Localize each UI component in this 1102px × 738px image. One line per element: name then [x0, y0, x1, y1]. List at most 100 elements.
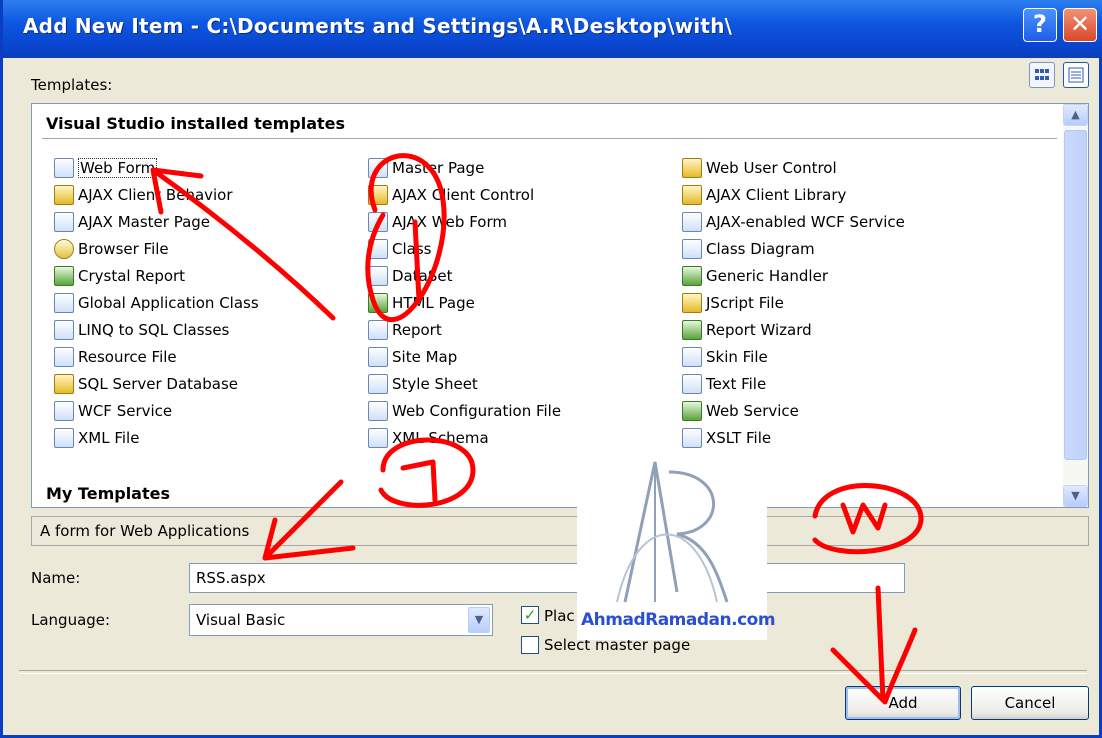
template-item-sql-server-database[interactable]: SQL Server Database [54, 372, 238, 396]
cancel-button[interactable]: Cancel [971, 686, 1089, 720]
language-value: Visual Basic [196, 611, 286, 629]
template-label: Class Diagram [706, 240, 815, 258]
chevron-up-icon: ▲ [1071, 108, 1080, 121]
html-page-icon [368, 293, 388, 313]
template-label: AJAX Client Behavior [78, 186, 233, 204]
template-item-class-diagram[interactable]: Class Diagram [682, 237, 815, 261]
large-icons-view-button[interactable] [1029, 62, 1055, 88]
template-item-ajax-enabled-wcf-service[interactable]: AJAX-enabled WCF Service [682, 210, 905, 234]
template-item-crystal-report[interactable]: Crystal Report [54, 264, 185, 288]
resource-file-icon [54, 347, 74, 367]
template-label: Browser File [78, 240, 169, 258]
template-item-xslt-file[interactable]: XSLT File [682, 426, 771, 450]
template-label: Crystal Report [78, 267, 186, 285]
template-item-ajax-client-library[interactable]: AJAX Client Library [682, 183, 846, 207]
class-diagram-icon [682, 239, 702, 259]
add-button[interactable]: Add [845, 686, 961, 720]
close-icon: ✕ [1069, 10, 1091, 38]
template-item-linq-to-sql-classes[interactable]: LINQ to SQL Classes [54, 318, 229, 342]
template-item-global-application-class[interactable]: Global Application Class [54, 291, 259, 315]
template-label: XML Schema [392, 429, 489, 447]
template-label: AJAX Master Page [78, 213, 211, 231]
help-button[interactable]: ? [1023, 8, 1057, 42]
footer-divider [19, 670, 1087, 674]
group-divider [42, 138, 1057, 139]
ajax-client-library-icon [682, 185, 702, 205]
report-wizard-icon [682, 320, 702, 340]
template-label: Global Application Class [78, 294, 259, 312]
template-item-class[interactable]: Class [368, 237, 431, 261]
template-item-ajax-web-form[interactable]: AJAX Web Form [368, 210, 507, 234]
template-item-web-form[interactable]: Web Form [54, 156, 158, 180]
template-label: AJAX Client Control [392, 186, 535, 204]
sql-server-database-icon [54, 374, 74, 394]
xml-file-icon [54, 428, 74, 448]
xml-schema-icon [368, 428, 388, 448]
template-item-xml-file[interactable]: XML File [54, 426, 139, 450]
web-configuration-file-icon [368, 401, 388, 421]
help-icon: ? [1033, 10, 1047, 38]
template-item-site-map[interactable]: Site Map [368, 345, 457, 369]
template-label: LINQ to SQL Classes [78, 321, 230, 339]
chevron-down-icon: ▼ [474, 613, 484, 626]
template-item-master-page[interactable]: Master Page [368, 156, 484, 180]
template-item-wcf-service[interactable]: WCF Service [54, 399, 172, 423]
annotation-arrow-to-add [830, 585, 918, 705]
ajax-client-control-icon [368, 185, 388, 205]
scroll-down-button[interactable]: ▼ [1063, 485, 1088, 507]
template-item-report-wizard[interactable]: Report Wizard [682, 318, 812, 342]
template-item-web-service[interactable]: Web Service [682, 399, 799, 423]
template-label: Report Wizard [706, 321, 812, 339]
template-item-generic-handler[interactable]: Generic Handler [682, 264, 828, 288]
select-master-page-checkbox[interactable] [521, 636, 539, 654]
template-label: Web User Control [706, 159, 837, 177]
template-label: SQL Server Database [78, 375, 238, 393]
language-dropdown-button[interactable]: ▼ [468, 607, 490, 633]
web-user-control-icon [682, 158, 702, 178]
template-item-dataset[interactable]: DataSet [368, 264, 452, 288]
template-item-web-configuration-file[interactable]: Web Configuration File [368, 399, 561, 423]
template-item-ajax-master-page[interactable]: AJAX Master Page [54, 210, 210, 234]
template-label: Resource File [78, 348, 177, 366]
place-code-checkbox[interactable]: ✓ [521, 606, 539, 624]
template-label: HTML Page [392, 294, 475, 312]
templates-list[interactable]: Visual Studio installed templates Web Fo… [31, 103, 1089, 508]
xslt-file-icon [682, 428, 702, 448]
name-field[interactable]: RSS.aspx [189, 563, 905, 593]
title-bar[interactable]: Add New Item - C:\Documents and Settings… [3, 0, 1102, 58]
scroll-up-button[interactable]: ▲ [1063, 104, 1088, 126]
template-label: JScript File [706, 294, 784, 312]
language-select[interactable]: Visual Basic ▼ [189, 604, 493, 636]
template-item-resource-file[interactable]: Resource File [54, 345, 177, 369]
templates-scrollbar[interactable]: ▲ ▼ [1063, 104, 1088, 507]
template-item-jscript-file[interactable]: JScript File [682, 291, 784, 315]
chevron-down-icon: ▼ [1071, 489, 1080, 502]
wcf-service-icon [54, 401, 74, 421]
my-templates-heading: My Templates [46, 484, 170, 503]
text-file-icon [682, 374, 702, 394]
template-item-browser-file[interactable]: Browser File [54, 237, 169, 261]
template-item-style-sheet[interactable]: Style Sheet [368, 372, 478, 396]
template-item-ajax-client-control[interactable]: AJAX Client Control [368, 183, 534, 207]
template-item-report[interactable]: Report [368, 318, 442, 342]
template-item-web-user-control[interactable]: Web User Control [682, 156, 837, 180]
template-item-xml-schema[interactable]: XML Schema [368, 426, 489, 450]
language-label: Language: [31, 611, 111, 629]
class-icon [368, 239, 388, 259]
template-label: Class [392, 240, 432, 258]
jscript-file-icon [682, 293, 702, 313]
web-form-icon [54, 158, 74, 178]
template-label: XML File [78, 429, 140, 447]
template-item-html-page[interactable]: HTML Page [368, 291, 475, 315]
crystal-report-icon [54, 266, 74, 286]
style-sheet-icon [368, 374, 388, 394]
template-item-skin-file[interactable]: Skin File [682, 345, 768, 369]
scroll-thumb[interactable] [1064, 130, 1087, 460]
close-button[interactable]: ✕ [1063, 8, 1097, 42]
small-icons-view-button[interactable] [1063, 62, 1089, 88]
watermark-logo: AhmadRamadan.com [577, 452, 776, 640]
template-item-text-file[interactable]: Text File [682, 372, 766, 396]
global-application-class-icon [54, 293, 74, 313]
template-label: Skin File [706, 348, 768, 366]
template-item-ajax-client-behavior[interactable]: AJAX Client Behavior [54, 183, 233, 207]
